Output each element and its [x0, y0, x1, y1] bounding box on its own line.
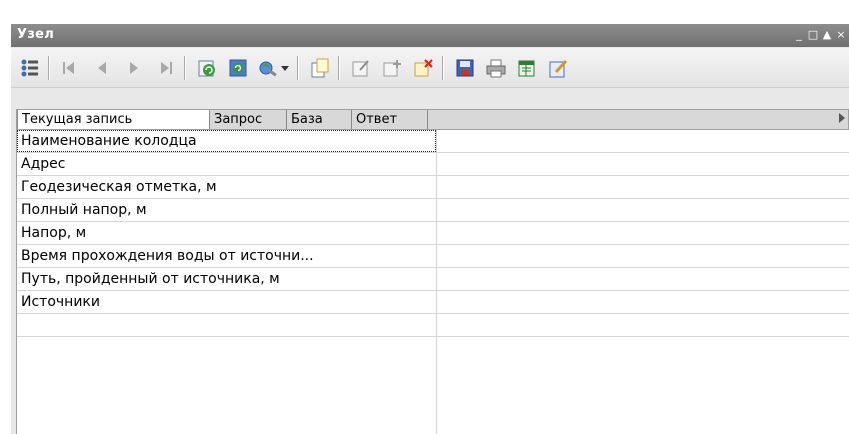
previous-record-button[interactable]: [89, 55, 115, 81]
table-row[interactable]: Полный напор, м: [17, 199, 849, 222]
property-name: Путь, пройденный от источника, м: [21, 271, 280, 287]
tab-scroll-right-icon[interactable]: [839, 113, 845, 123]
properties-grid: Наименование колодца Адрес Геодезическая…: [16, 130, 849, 434]
property-value[interactable]: [436, 199, 849, 221]
property-value[interactable]: [436, 245, 849, 267]
next-record-icon: [130, 62, 138, 74]
refresh-button[interactable]: [194, 55, 220, 81]
list-view-icon: [21, 59, 38, 77]
property-value[interactable]: [436, 268, 849, 290]
last-record-button[interactable]: [153, 55, 179, 81]
edit-document-button[interactable]: [545, 55, 571, 81]
minimize-button[interactable]: _: [793, 26, 805, 43]
copy-document-button[interactable]: [307, 55, 333, 81]
toolbar-separator: [442, 56, 444, 80]
property-name: [17, 314, 436, 336]
property-name: Геодезическая отметка, м: [21, 179, 217, 195]
map-search-dropdown[interactable]: [278, 55, 292, 81]
table-row[interactable]: Время прохождения воды от источни...: [17, 245, 849, 268]
table-row[interactable]: Источники: [17, 291, 849, 314]
property-name: Время прохождения воды от источни...: [21, 248, 314, 264]
property-value[interactable]: [436, 153, 849, 175]
property-name: Полный напор, м: [21, 202, 147, 218]
node-window: Узел _ □ ▲ × Текущая запись Запрос База …: [11, 24, 849, 434]
property-value[interactable]: [436, 176, 849, 198]
toolbar-separator: [48, 56, 50, 80]
delete-record-icon: [414, 59, 433, 77]
window-controls: _ □ ▲ ×: [793, 26, 847, 43]
toolbar-separator: [297, 56, 299, 80]
title-bar[interactable]: Узел _ □ ▲ ×: [11, 24, 849, 47]
toolbar-separator: [338, 56, 340, 80]
edit-record-button[interactable]: [348, 55, 374, 81]
column-divider: [436, 337, 437, 434]
table-row[interactable]: [17, 314, 849, 337]
property-name: Напор, м: [21, 225, 87, 241]
copy-document-icon: [311, 58, 329, 78]
edit-document-icon: [549, 59, 568, 78]
first-record-icon: [63, 62, 74, 74]
property-value[interactable]: [436, 291, 849, 313]
tab-current-record[interactable]: Текущая запись: [17, 110, 210, 129]
edit-record-icon: [352, 60, 369, 77]
print-button[interactable]: [483, 55, 509, 81]
property-name: Наименование колодца: [17, 130, 436, 152]
add-record-icon: [383, 60, 401, 77]
tab-base[interactable]: База: [287, 110, 352, 129]
export-excel-icon: [518, 60, 535, 77]
close-button[interactable]: ×: [835, 26, 847, 43]
delete-record-button[interactable]: [410, 55, 436, 81]
toolbar-separator: [184, 56, 186, 80]
reload-button[interactable]: [225, 55, 251, 81]
property-name: Источники: [21, 294, 100, 310]
tab-query[interactable]: Запрос: [210, 110, 287, 129]
rollup-button[interactable]: ▲: [821, 26, 833, 43]
print-icon: [486, 59, 506, 78]
reload-icon: [229, 59, 247, 77]
table-row[interactable]: Геодезическая отметка, м: [17, 176, 849, 199]
property-value[interactable]: [436, 314, 849, 336]
toolbar: [11, 48, 849, 88]
table-row[interactable]: Адрес: [17, 153, 849, 176]
add-record-button[interactable]: [379, 55, 405, 81]
export-excel-button[interactable]: [514, 55, 540, 81]
maximize-button[interactable]: □: [807, 26, 819, 43]
refresh-icon: [198, 60, 215, 77]
table-row[interactable]: Путь, пройденный от источника, м: [17, 268, 849, 291]
dropdown-arrow-icon: [281, 66, 289, 71]
window-title: Узел: [17, 27, 55, 42]
save-icon: [456, 59, 474, 77]
property-name: Адрес: [21, 156, 66, 172]
first-record-button[interactable]: [56, 55, 82, 81]
property-value[interactable]: [436, 130, 849, 152]
tab-response[interactable]: Ответ: [352, 110, 428, 129]
list-view-button[interactable]: [17, 55, 43, 81]
tab-strip: Текущая запись Запрос База Ответ: [16, 109, 849, 130]
next-record-button[interactable]: [121, 55, 147, 81]
previous-record-icon: [98, 62, 106, 74]
last-record-icon: [161, 62, 172, 74]
property-value[interactable]: [436, 222, 849, 244]
table-row[interactable]: Напор, м: [17, 222, 849, 245]
table-row[interactable]: Наименование колодца: [17, 130, 849, 153]
map-search-icon: [259, 61, 277, 77]
save-button[interactable]: [452, 55, 478, 81]
